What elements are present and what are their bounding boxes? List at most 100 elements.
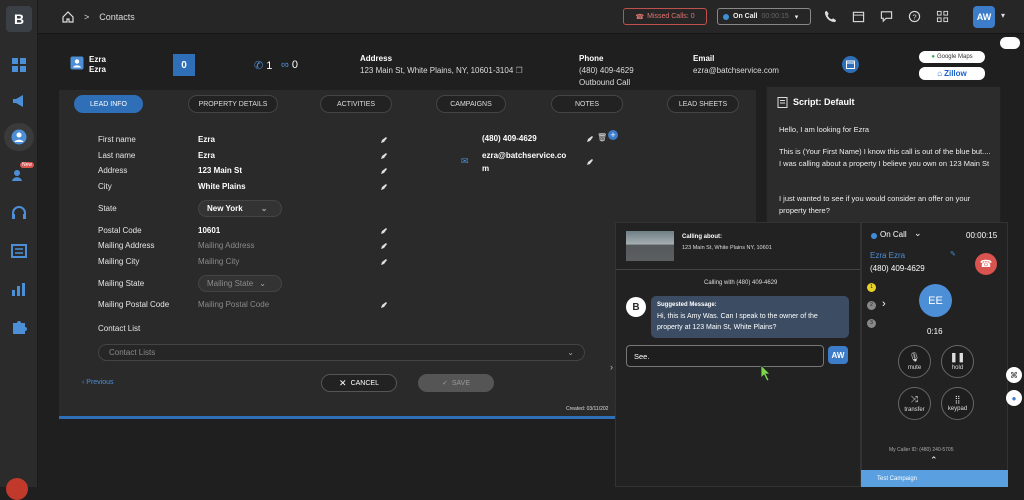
top-bar: > Contacts ☎ Missed Calls: 0 On Call 00:… bbox=[38, 0, 1024, 34]
mailing-address-input[interactable]: Mailing Address bbox=[198, 241, 254, 250]
transfer-button[interactable]: ⤨ transfer bbox=[898, 387, 931, 420]
contacts-icon[interactable] bbox=[4, 123, 34, 151]
created-date: Created: 03/11/202 bbox=[566, 406, 609, 412]
last-name-value[interactable]: Ezra bbox=[198, 151, 215, 160]
chat-icon[interactable] bbox=[880, 10, 893, 23]
edit-first-name-icon[interactable] bbox=[380, 136, 388, 144]
notification-badge[interactable] bbox=[6, 478, 28, 500]
edit-address-icon[interactable] bbox=[380, 167, 388, 175]
dialer-edit-icon[interactable]: ✎ bbox=[950, 250, 956, 258]
missed-calls-button[interactable]: ☎ Missed Calls: 0 bbox=[623, 8, 707, 25]
chart-icon[interactable] bbox=[9, 280, 29, 298]
tab-notes[interactable]: NOTES bbox=[551, 95, 623, 113]
delete-phone-icon[interactable]: 🗑 bbox=[597, 133, 607, 142]
contact-lists-select[interactable]: Contact Lists ⌄ bbox=[98, 344, 585, 361]
first-name-value[interactable]: Ezra bbox=[198, 135, 215, 144]
hangup-button[interactable]: ☎ bbox=[975, 253, 997, 275]
city-value[interactable]: White Plains bbox=[198, 182, 246, 191]
breadcrumb-page[interactable]: Contacts bbox=[99, 12, 135, 22]
dialer-status-chevron-icon[interactable]: ⌄ bbox=[914, 228, 922, 239]
list-icon[interactable] bbox=[9, 242, 29, 260]
suggested-message-bubble[interactable]: Suggested Message: Hi, this is Amy Was. … bbox=[651, 296, 849, 338]
phone-value[interactable]: (480) 409-4629 bbox=[579, 66, 634, 75]
tab-lead-info[interactable]: LEAD INFO bbox=[74, 95, 143, 113]
lead-email-line1[interactable]: ezra@batchservice.co bbox=[482, 151, 566, 160]
headset-icon[interactable] bbox=[9, 204, 29, 222]
tab-lead-sheets[interactable]: LEAD SHEETS bbox=[667, 95, 739, 113]
save-button[interactable]: ✓ SAVE bbox=[418, 374, 494, 392]
keypad-button[interactable]: ⣿ keypad bbox=[941, 387, 974, 420]
dashboard-icon[interactable] bbox=[9, 56, 29, 74]
edit-phone-icon[interactable] bbox=[586, 135, 594, 143]
chat-input[interactable]: See. bbox=[626, 345, 824, 367]
dialer-contact-name[interactable]: Ezra Ezra bbox=[870, 251, 905, 260]
home-icon[interactable] bbox=[62, 11, 74, 23]
mailing-address-label: Mailing Address bbox=[98, 241, 155, 250]
edit-mailing-postal-icon[interactable] bbox=[380, 301, 388, 309]
campaign-bar[interactable]: Test Campaign bbox=[861, 470, 1008, 487]
mailing-city-input[interactable]: Mailing City bbox=[198, 257, 239, 266]
lead-phone-value[interactable]: (480) 409-4629 bbox=[482, 134, 537, 143]
property-photo bbox=[626, 231, 674, 261]
address-field-value[interactable]: 123 Main St bbox=[198, 166, 242, 175]
edit-email-icon[interactable] bbox=[586, 158, 594, 166]
avatar-chevron-icon[interactable]: ▾ bbox=[1001, 11, 1005, 20]
hold-button[interactable]: ❚❚ hold bbox=[941, 345, 974, 378]
dialer-panel: On Call ⌄ 00:00:15 Ezra Ezra ✎ ☎ (480) 4… bbox=[861, 222, 1008, 487]
apps-icon[interactable] bbox=[936, 10, 949, 23]
chevron-down-icon: ▾ bbox=[794, 13, 799, 21]
contact-header: Ezra Ezra 0 ✆ 1 ∞ 0 Address 123 Main St,… bbox=[38, 35, 1024, 92]
mute-button[interactable]: 🎙 mute bbox=[898, 345, 931, 378]
edit-mailing-city-icon[interactable] bbox=[380, 258, 388, 266]
add-phone-icon[interactable]: + bbox=[608, 130, 618, 140]
tab-campaigns[interactable]: CAMPAIGNS bbox=[436, 95, 506, 113]
edit-last-name-icon[interactable] bbox=[380, 152, 388, 160]
queue-item-3[interactable]: 3 bbox=[867, 319, 876, 328]
leads-icon[interactable] bbox=[9, 166, 29, 184]
mailing-postal-input[interactable]: Mailing Postal Code bbox=[198, 300, 269, 309]
tab-property-details[interactable]: PROPERTY DETAILS bbox=[188, 95, 278, 113]
close-icon: ✕ bbox=[339, 377, 347, 388]
zillow-button[interactable]: ⌂ Zillow bbox=[919, 67, 985, 80]
tab-activities[interactable]: ACTIVITIES bbox=[320, 95, 392, 113]
queue-item-1[interactable]: 1 bbox=[867, 283, 876, 292]
calendar-icon[interactable] bbox=[852, 10, 865, 23]
megaphone-icon[interactable] bbox=[9, 92, 29, 110]
voicemail-count-value: 0 bbox=[291, 59, 298, 71]
phone-icon[interactable] bbox=[824, 10, 837, 23]
floating-grid-icon[interactable]: ⌘ bbox=[1006, 367, 1022, 383]
puzzle-icon[interactable] bbox=[9, 318, 29, 336]
schedule-calendar-button[interactable] bbox=[842, 56, 859, 73]
edit-postal-icon[interactable] bbox=[380, 227, 388, 235]
first-name-label: First name bbox=[98, 135, 136, 144]
toggle-switch[interactable] bbox=[1000, 37, 1020, 49]
edit-mailing-address-icon[interactable] bbox=[380, 242, 388, 250]
cancel-button[interactable]: ✕ CANCEL bbox=[321, 374, 397, 392]
state-select[interactable]: New York ⌄ bbox=[198, 200, 282, 217]
user-avatar[interactable]: AW bbox=[973, 6, 995, 28]
google-maps-button[interactable]: ● Google Maps bbox=[919, 51, 985, 63]
app-logo[interactable]: B bbox=[6, 6, 32, 32]
queue-next-chevron-icon[interactable]: › bbox=[882, 298, 886, 310]
voicemail-icon: ∞ bbox=[281, 59, 289, 71]
address-value[interactable]: 123 Main St, White Plains, NY, 10601-310… bbox=[360, 66, 513, 75]
help-icon[interactable]: ? bbox=[908, 10, 921, 23]
queue-item-2[interactable]: 2 bbox=[867, 301, 876, 310]
chat-user-avatar[interactable]: AW bbox=[828, 346, 848, 364]
dialer-status[interactable]: On Call bbox=[880, 230, 907, 239]
postal-code-value[interactable]: 10601 bbox=[198, 226, 220, 235]
previous-link[interactable]: ‹ Previous bbox=[82, 379, 114, 386]
floating-assistant-icon[interactable]: ● bbox=[1006, 390, 1022, 406]
keypad-label: keypad bbox=[947, 406, 968, 412]
call-status-select[interactable]: On Call 00:00:15 ▾ bbox=[717, 8, 811, 25]
copy-icon[interactable]: ❐ bbox=[516, 66, 523, 75]
email-value[interactable]: ezra@batchservice.com bbox=[693, 66, 779, 75]
contact-list-label: Contact List bbox=[98, 324, 141, 333]
bot-avatar-icon: B bbox=[626, 297, 646, 317]
mailing-state-select[interactable]: Mailing State ⌄ bbox=[198, 275, 282, 292]
chat-collapse-chevron-icon[interactable]: › bbox=[610, 362, 613, 372]
mailing-postal-label: Mailing Postal Code bbox=[98, 300, 170, 309]
lead-count-badge[interactable]: 0 bbox=[173, 54, 195, 76]
dialer-expand-chevron-icon[interactable]: ⌃ bbox=[930, 455, 938, 466]
edit-city-icon[interactable] bbox=[380, 183, 388, 191]
